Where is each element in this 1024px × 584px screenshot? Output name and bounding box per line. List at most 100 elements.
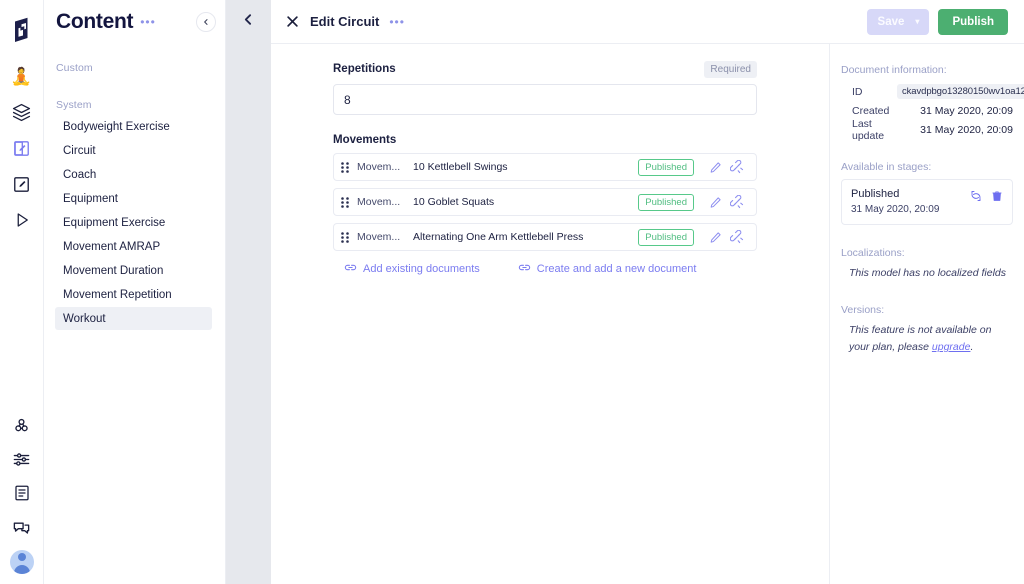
docs-book-icon[interactable] (0, 476, 44, 510)
row-title-label: 10 Goblet Squats (413, 196, 638, 208)
editor-more-icon[interactable]: ••• (389, 16, 405, 28)
drag-handle-icon[interactable] (341, 162, 349, 173)
support-chat-icon[interactable] (0, 510, 44, 544)
document-information-label: Document information: (841, 64, 1013, 76)
avatar-circle[interactable] (10, 550, 34, 574)
editor-body: Repetitions Required Movements (271, 44, 1024, 584)
sidebar-item-movement-duration[interactable]: Movement Duration (55, 259, 212, 282)
save-button-label: Save (878, 16, 905, 28)
info-key-id: ID (841, 86, 897, 98)
movement-link-actions: Add existing documents Create and add a (333, 261, 757, 277)
nav-more-icon[interactable]: ••• (140, 16, 156, 28)
collapsed-list-strip (226, 0, 271, 584)
table-row[interactable]: Movem... Alternating One Arm Kettlebell … (333, 223, 757, 251)
unlink-icon[interactable] (726, 160, 748, 174)
stage-date: 31 May 2020, 20:09 (851, 204, 970, 215)
edit-pencil-icon[interactable] (704, 161, 726, 174)
form-inner: Repetitions Required Movements (333, 61, 757, 277)
settings-sliders-icon[interactable] (0, 442, 44, 476)
add-existing-documents-button[interactable]: Add existing documents (344, 261, 480, 277)
unlink-icon[interactable] (726, 230, 748, 244)
document-info-panel: Document information: ID ckavdpbgo132801… (830, 44, 1024, 584)
upgrade-link[interactable]: upgrade (932, 341, 971, 353)
document-id-value[interactable]: ckavdpbgo13280150wv1oa12b (897, 84, 1024, 99)
row-title-label: Alternating One Arm Kettlebell Press (413, 231, 638, 243)
status-badge: Published (638, 229, 694, 246)
sidebar-item-workout[interactable]: Workout (55, 307, 212, 330)
sidebar-item-equipment-exercise[interactable]: Equipment Exercise (55, 211, 212, 234)
stage-icons (970, 188, 1003, 202)
table-row[interactable]: Movem... 10 Kettlebell Swings Published (333, 153, 757, 181)
localizations-note: This model has no localized fields (841, 265, 1013, 282)
stages-label: Available in stages: (841, 161, 1013, 173)
edit-pencil-icon[interactable] (704, 231, 726, 244)
drag-handle-icon[interactable] (341, 197, 349, 208)
meditation-emoji-glyph: 🧘 (11, 68, 32, 85)
localizations-label: Localizations: (841, 247, 1013, 259)
icon-rail: 🧘 (0, 0, 44, 584)
play-icon[interactable] (0, 202, 44, 238)
stage-card-published: Published 31 May 2020, 20:09 (841, 179, 1013, 225)
close-icon[interactable] (285, 14, 300, 29)
chevron-down-icon[interactable]: ▾ (915, 17, 919, 26)
row-type-label: Movem... (357, 161, 413, 173)
sidebar-item-circuit[interactable]: Circuit (55, 139, 212, 162)
created-value: 31 May 2020, 20:09 (897, 105, 1013, 117)
create-and-add-document-button[interactable]: Create and add a new document (518, 261, 697, 277)
editor-title: Edit Circuit (310, 14, 379, 29)
meditation-emoji-icon[interactable]: 🧘 (0, 58, 44, 94)
repetitions-label-row: Repetitions Required (333, 61, 757, 77)
versions-note-suffix: . (970, 341, 973, 353)
stage-texts: Published 31 May 2020, 20:09 (851, 188, 970, 215)
schema-edit-icon[interactable] (0, 166, 44, 202)
status-badge: Published (638, 159, 694, 176)
publish-button[interactable]: Publish (938, 9, 1008, 35)
app-root: 🧘 (0, 0, 1024, 584)
info-row-id: ID ckavdpbgo13280150wv1oa12b (841, 82, 1013, 101)
info-key-created: Created (841, 105, 897, 117)
editor-header: Edit Circuit ••• Save ▾ Publish (271, 0, 1024, 44)
editor-panel: Edit Circuit ••• Save ▾ Publish Repetiti… (271, 0, 1024, 584)
graphcms-logo-icon[interactable] (0, 8, 44, 52)
edit-pencil-icon[interactable] (704, 196, 726, 209)
save-button[interactable]: Save ▾ (867, 9, 929, 35)
unlink-icon[interactable] (726, 195, 748, 209)
row-title-label: 10 Kettlebell Swings (413, 161, 638, 173)
sidebar-item-movement-repetition[interactable]: Movement Repetition (55, 283, 212, 306)
create-and-add-document-label: Create and add a new document (537, 263, 697, 275)
sidebar-item-equipment[interactable]: Equipment (55, 187, 212, 210)
back-chevron-icon[interactable] (242, 13, 255, 584)
link-icon (344, 261, 357, 277)
content-nav-panel: Content ••• Custom System Bodyweight Exe… (44, 0, 226, 584)
webhooks-icon[interactable] (0, 408, 44, 442)
nav-items-system: Bodyweight Exercise Circuit Coach Equipm… (44, 115, 225, 330)
trash-icon[interactable] (991, 190, 1003, 202)
row-type-label: Movem... (357, 196, 413, 208)
sidebar-item-coach[interactable]: Coach (55, 163, 212, 186)
sidebar-item-bodyweight-exercise[interactable]: Bodyweight Exercise (55, 115, 212, 138)
status-badge: Published (638, 194, 694, 211)
avatar-head (18, 553, 26, 561)
page-title: Content (56, 10, 133, 34)
repetitions-label: Repetitions (333, 63, 396, 75)
layers-icon[interactable] (0, 94, 44, 130)
content-edit-icon[interactable] (0, 130, 44, 166)
table-row[interactable]: Movem... 10 Goblet Squats Published (333, 188, 757, 216)
info-row-last-update: Last update 31 May 2020, 20:09 (841, 120, 1013, 139)
row-type-label: Movem... (357, 231, 413, 243)
nav-group-label-custom: Custom (44, 62, 225, 74)
sidebar-item-movement-amrap[interactable]: Movement AMRAP (55, 235, 212, 258)
drag-handle-icon[interactable] (341, 232, 349, 243)
avatar[interactable] (10, 544, 34, 574)
last-update-value: 31 May 2020, 20:09 (897, 124, 1013, 136)
collapse-sidebar-button[interactable] (196, 12, 216, 32)
form-column: Repetitions Required Movements (271, 44, 830, 584)
stage-name: Published (851, 188, 970, 200)
link-icon (518, 261, 531, 277)
versions-label: Versions: (841, 304, 1013, 316)
versions-note: This feature is not available on your pl… (841, 322, 1013, 356)
info-key-last-update: Last update (841, 118, 897, 142)
repetitions-input[interactable] (333, 84, 757, 115)
unpublish-icon[interactable] (970, 190, 982, 202)
required-badge: Required (704, 61, 757, 78)
